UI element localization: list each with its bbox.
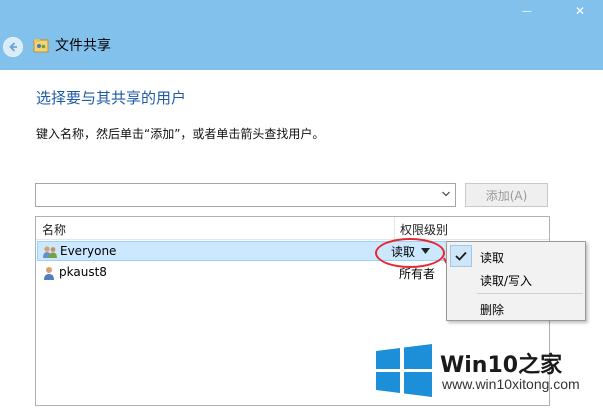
- annotation-circle: [375, 238, 445, 268]
- permission-context-menu: 读取 读取/写入 删除: [446, 241, 586, 321]
- minimize-button[interactable]: —: [512, 0, 542, 22]
- share-folder-icon: [33, 39, 49, 53]
- menu-item-remove[interactable]: 删除: [447, 297, 585, 319]
- row-name: pkaust8: [59, 265, 107, 279]
- back-arrow-icon: [9, 42, 17, 52]
- minimize-icon: —: [522, 5, 532, 17]
- column-header-name[interactable]: 名称: [42, 221, 66, 238]
- close-icon: ✕: [574, 4, 586, 18]
- column-divider[interactable]: [394, 217, 395, 239]
- checkmark-icon: [450, 245, 472, 267]
- add-button[interactable]: 添加(A): [465, 183, 548, 207]
- menu-separator: [477, 293, 583, 294]
- column-header-permission[interactable]: 权限级别: [400, 221, 448, 238]
- menu-item-label: 删除: [480, 303, 505, 317]
- back-button[interactable]: [3, 37, 23, 57]
- page-heading: 选择要与其共享的用户: [36, 89, 187, 107]
- row-name: Everyone: [60, 244, 117, 258]
- menu-item-read[interactable]: 读取: [447, 245, 585, 267]
- user-picker-combobox[interactable]: [35, 183, 456, 207]
- menu-item-label: 读取/写入: [480, 274, 533, 288]
- title-bar: — ✕ 文件共享: [0, 0, 603, 70]
- window-title: 文件共享: [55, 38, 111, 54]
- chevron-down-icon[interactable]: [442, 191, 450, 197]
- user-icon: [44, 267, 54, 280]
- instruction-text: 键入名称，然后单击“添加”，或者单击箭头查找用户。: [36, 127, 325, 141]
- windows-logo-icon: [376, 344, 432, 397]
- watermark-url: www.win10xitong.com: [442, 376, 580, 392]
- list-header: 名称 权限级别: [36, 217, 549, 240]
- group-users-icon: [43, 246, 57, 258]
- watermark-brand: Win10之家: [440, 353, 563, 378]
- close-button[interactable]: ✕: [557, 0, 603, 22]
- menu-item-label: 读取: [480, 251, 505, 265]
- menu-item-read-write[interactable]: 读取/写入: [447, 268, 585, 290]
